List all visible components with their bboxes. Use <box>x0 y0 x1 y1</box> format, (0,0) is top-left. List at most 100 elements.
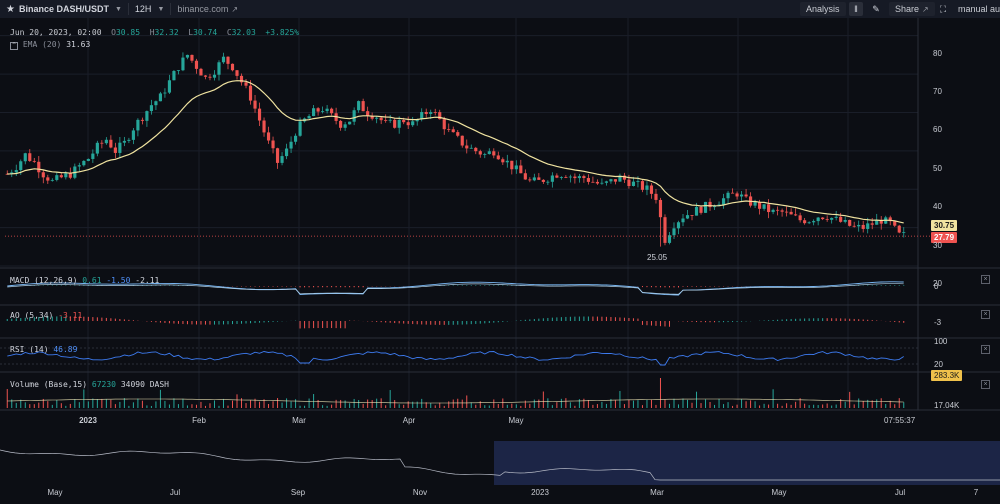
ao-bar <box>646 321 648 326</box>
candle-body <box>672 228 676 236</box>
ao-bar <box>862 319 864 321</box>
volume-bar <box>83 389 85 408</box>
candle-body <box>555 175 559 178</box>
ao-bar <box>871 320 873 321</box>
volume-bar <box>38 402 40 408</box>
analysis-button[interactable]: Analysis <box>800 2 846 16</box>
volume-bar <box>673 398 675 408</box>
ao-bar <box>186 321 188 325</box>
volume-bar <box>353 398 355 408</box>
ao-bar <box>475 321 477 324</box>
volume-bar <box>786 403 788 408</box>
volume-bar <box>277 398 279 408</box>
volume-bar <box>493 399 495 408</box>
price-tick: 80 <box>933 48 942 58</box>
price-tick: 70 <box>933 87 942 97</box>
macd-histogram-bar <box>349 286 351 288</box>
volume-bar <box>182 398 184 408</box>
price-tick: 20 <box>933 279 942 288</box>
close-icon[interactable]: × <box>981 275 990 284</box>
ao-bar <box>236 321 238 324</box>
volume-bar <box>551 405 553 408</box>
ao-bar <box>268 321 270 323</box>
volume-bar <box>538 399 540 408</box>
volume-bar <box>389 390 391 408</box>
candle-body <box>118 142 122 153</box>
candle-body <box>411 121 415 126</box>
volume-bar <box>750 400 752 408</box>
close-icon[interactable]: × <box>981 345 990 354</box>
candle-body <box>19 161 23 171</box>
star-icon[interactable]: ★ <box>6 4 15 15</box>
candle-body <box>95 142 99 154</box>
volume-bar <box>655 404 657 408</box>
volume-bar <box>394 400 396 408</box>
candle-body <box>541 179 545 182</box>
mode-label[interactable]: manual <box>958 4 988 14</box>
candle-body <box>519 165 523 174</box>
macd-histogram-bar <box>362 286 364 288</box>
collapse-icon[interactable]: ^ <box>10 42 18 50</box>
candle-body <box>893 221 897 226</box>
volume-bar <box>502 398 504 408</box>
macd-histogram-bar <box>641 286 643 288</box>
rsi-line <box>7 351 904 366</box>
ao-bar <box>123 319 125 321</box>
volume-bar <box>245 403 247 408</box>
macd-histogram-bar <box>682 286 684 287</box>
symbol-selector[interactable]: ★ Binance DASH/USDT ▼ <box>0 0 128 18</box>
candle-body <box>771 209 775 213</box>
ao-bar <box>150 321 152 322</box>
chart-canvas[interactable] <box>0 18 1000 504</box>
volume-bar <box>479 401 481 408</box>
ao-bar <box>583 316 585 321</box>
volume-bar <box>358 400 360 408</box>
nav-tick: Mar <box>650 488 664 497</box>
volume-bar <box>687 399 689 408</box>
pencil-icon[interactable]: ✎ <box>869 2 883 16</box>
candle-body <box>275 148 280 163</box>
macd-histogram-bar <box>677 286 679 288</box>
volume-bar <box>6 389 8 408</box>
candle-body <box>690 215 694 216</box>
volume-bar <box>880 398 882 408</box>
candle-body <box>348 121 352 125</box>
volume-bar <box>754 401 756 408</box>
share-button[interactable]: Share ↗ <box>889 2 935 16</box>
volume-bar <box>520 405 522 408</box>
candle-body <box>699 206 703 213</box>
candle-body <box>857 224 861 227</box>
ao-bar <box>574 316 576 321</box>
candle-body <box>694 206 699 216</box>
analysis-label: Analysis <box>806 4 840 14</box>
volume-bar <box>123 398 125 408</box>
candle-body <box>640 181 645 190</box>
ao-bar <box>637 318 639 321</box>
candle-body <box>127 139 131 141</box>
pause-icon[interactable]: ‖ <box>849 2 863 16</box>
ao-bar <box>313 321 315 329</box>
close-icon[interactable]: × <box>981 310 990 319</box>
volume-bar <box>195 404 197 408</box>
volume-bar <box>533 399 535 408</box>
volume-bar <box>556 402 558 408</box>
ao-bar <box>596 316 598 321</box>
overflow-label[interactable]: au <box>990 4 1000 14</box>
volume-bar <box>844 401 846 408</box>
ao-bar <box>254 321 256 323</box>
ema-value: 31.63 <box>66 40 91 49</box>
volume-bar <box>119 401 121 408</box>
volume-bar <box>569 402 571 408</box>
ao-bar <box>822 318 824 321</box>
macd-histogram-bar <box>322 286 324 288</box>
source-link[interactable]: binance.com ↗ <box>171 0 244 18</box>
close-icon[interactable]: × <box>981 380 990 389</box>
candle-body <box>163 92 167 94</box>
volume-bar <box>421 398 423 408</box>
fullscreen-icon[interactable]: ⛶ <box>936 2 950 16</box>
candle-body <box>550 175 554 182</box>
candle-body <box>28 153 32 161</box>
interval-selector[interactable]: 12H ▼ <box>129 0 170 18</box>
volume-bar <box>105 399 107 408</box>
ao-bar <box>443 321 445 325</box>
